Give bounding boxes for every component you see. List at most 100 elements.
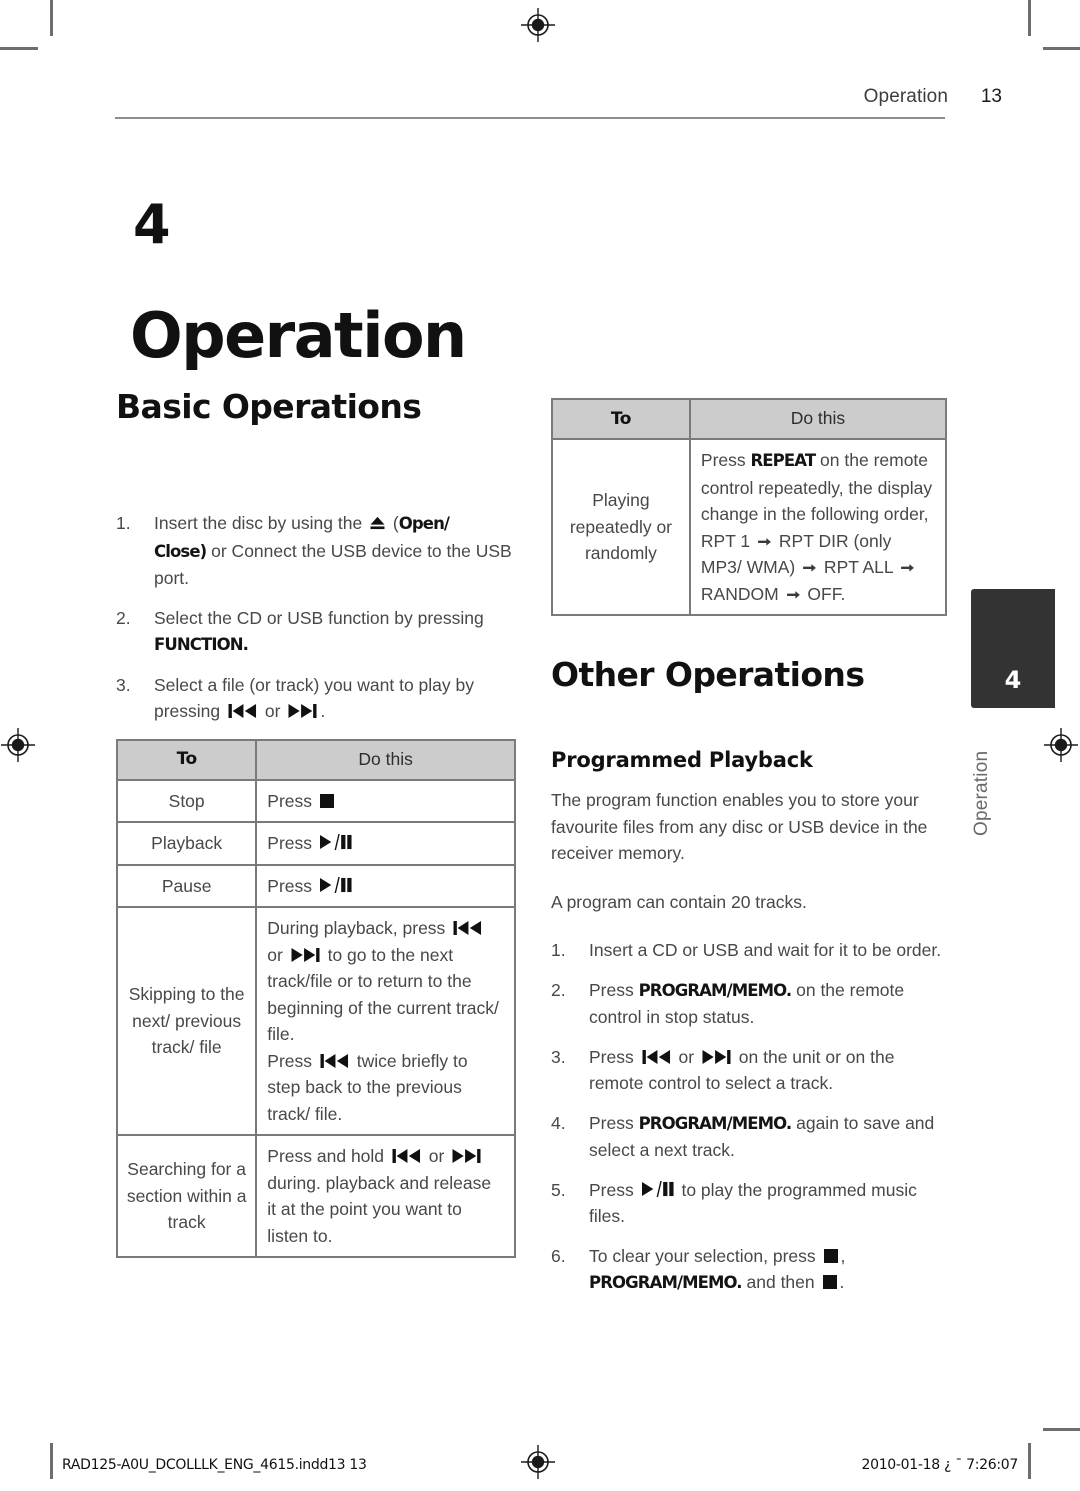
basic-operations-table-cell-do: Press <box>255 778 516 823</box>
basic-operations-table-row: Stop Press <box>115 778 516 823</box>
basic-operations-table-column-header: Do this <box>255 738 516 781</box>
chapter-title: Operation <box>130 298 467 372</box>
arrow-right-icon <box>758 537 771 548</box>
basic-operations-table: To Do this Stop Press Playback Press Pause Pr… <box>115 738 516 1258</box>
basic-operations-table-host: To Do this Stop Press Playback Press Pause Pr… <box>115 738 516 1258</box>
arrow-right-icon <box>900 563 914 574</box>
programmed-playback-step-item: 1. Insert a CD or USB and wait for it to … <box>551 937 947 964</box>
repeat-mode-table-cell-do: Press REPEAT on the remote control repea… <box>688 438 948 616</box>
repeat-mode-table: To Do this Playing repeatedly or randomly P… <box>551 398 948 616</box>
programmed-playback-step-item-number: 4. <box>551 1112 566 1133</box>
repeat-mode-table-header-row: To Do this <box>551 398 948 440</box>
thumb-tab: 4 <box>971 589 1055 708</box>
basic-operations-table-cell-do: Press and hold or during. playback and r… <box>255 1134 516 1258</box>
basic-operations-table-cell-to: Pause <box>115 863 258 908</box>
thumb-tab-number: 4 <box>1004 666 1022 694</box>
skip-previous-icon <box>453 921 482 935</box>
basic-operations-steps: 1. Insert the disc by using the (Open/Clo… <box>116 510 516 725</box>
stop-icon <box>319 793 334 808</box>
section-heading-basic-operations: Basic Operations <box>116 387 422 426</box>
basic-operations-table-cell-to: Stop <box>115 778 258 823</box>
chapter-number: 4 <box>133 193 171 256</box>
crop-mark-bottom-left-vertical <box>50 1443 53 1479</box>
programmed-playback-step-item-number: 5. <box>551 1179 566 1200</box>
play-pause-icon <box>319 876 352 893</box>
thumb-tab-label: Operation <box>971 750 992 836</box>
skip-previous-icon <box>228 704 257 718</box>
arrow-right-icon <box>786 590 800 601</box>
basic-operations-table-row: Searching for a section within a track Pr… <box>115 1134 516 1258</box>
registration-mark-bottom-center <box>521 1445 555 1479</box>
basic-operations-table-row: Skipping to the next/ previous track/ fi… <box>115 906 516 1136</box>
basic-operations-step-item-text: Select the CD or USB function by pressin… <box>154 607 484 655</box>
header-rule <box>115 117 945 119</box>
basic-operations-table-cell-do: Press <box>255 821 516 866</box>
basic-operations-table-row: Playback Press <box>115 821 516 866</box>
programmed-playback-step-item: 6. To clear your selection, press , PROGR… <box>551 1243 947 1297</box>
basic-operations-table-cell-to: Searching for a section within a track <box>115 1134 258 1258</box>
programmed-playback-step-item-number: 3. <box>551 1046 566 1067</box>
programmed-playback-intro-2: A program can contain 20 tracks. <box>551 891 807 912</box>
repeat-mode-table-row: Playing repeatedly or randomly Press REPE… <box>551 438 948 616</box>
basic-operations-step-item: 1. Insert the disc by using the (Open/Clo… <box>116 510 516 592</box>
basic-operations-table-cell-do: During playback, press or to go to the n… <box>255 906 516 1136</box>
programmed-playback-intro-1: The program function enables you to stor… <box>551 790 928 863</box>
emphasis-key-label: Open/ <box>398 514 450 533</box>
basic-operations-table-header-row: To Do this <box>115 738 516 781</box>
play-pause-icon <box>319 834 352 850</box>
emphasis-key-label: Close) <box>154 541 207 561</box>
play-pause-icon <box>641 1180 674 1197</box>
skip-next-icon <box>288 704 317 718</box>
subsection-heading-programmed-playback: Programmed Playback <box>551 748 813 772</box>
footer-file-name: RAD125-A0U_DCOLLLK_ENG_4615.indd13 13 <box>62 1457 367 1473</box>
basic-operations-step-item-number: 3. <box>116 674 131 695</box>
repeat-table-host: To Do this Playing repeatedly or randomly P… <box>551 398 948 616</box>
repeat-mode-table-cell-to: Playing repeatedly or randomly <box>551 438 691 616</box>
programmed-playback-step-item: 3. Press or on the unit or on the remote … <box>551 1044 947 1097</box>
crop-mark-bottom-right-horizontal <box>1043 1428 1080 1431</box>
basic-operations-table-cell-to: Skipping to the next/ previous track/ fi… <box>115 906 258 1136</box>
programmed-playback-steps: 1. Insert a CD or USB and wait for it to … <box>551 937 947 1297</box>
programmed-playback-step-item: 2. Press PROGRAM/MEMO. on the remote cont… <box>551 977 947 1031</box>
programmed-playback-step-item-text: Press PROGRAM/MEMO. again to save and se… <box>589 1112 935 1161</box>
programmed-playback-step-item-text: Press to play the programmed music files… <box>589 1179 917 1227</box>
basic-operations-table-cell-do: Press <box>255 863 516 908</box>
emphasis-key-label: PROGRAM/MEMO. <box>589 1273 743 1292</box>
skip-previous-icon <box>320 1053 349 1068</box>
basic-operations-step-item: 3. Select a file (or track) you want to p… <box>116 672 516 725</box>
stop-icon <box>823 1248 838 1263</box>
basic-operations-table-column-header: To <box>115 738 258 781</box>
basic-operations-step-item-text: Insert the disc by using the (Open/Close… <box>154 513 512 588</box>
programmed-playback-step-item: 5. Press to play the programmed music fil… <box>551 1177 947 1230</box>
repeat-mode-table-column-header: Do this <box>688 398 948 440</box>
basic-operations-step-item-number: 2. <box>116 607 131 628</box>
skip-next-icon <box>291 947 320 962</box>
skip-next-icon <box>452 1149 481 1163</box>
eject-icon <box>370 516 385 530</box>
basic-operations-table-cell-to: Playback <box>115 821 258 866</box>
emphasis-key-label: FUNCTION. <box>154 635 249 654</box>
programmed-playback-step-item-number: 2. <box>551 979 566 1000</box>
stop-icon <box>822 1275 837 1289</box>
programmed-playback-step-item-text: To clear your selection, press , PROGRAM… <box>589 1245 846 1293</box>
page-header: Operation 13 <box>0 0 1080 130</box>
programmed-playback-step-item-text: Insert a CD or USB and wait for it to be… <box>589 940 942 960</box>
emphasis-key-label: PROGRAM/MEMO. <box>638 980 793 1000</box>
crop-mark-bottom-right-vertical <box>1028 1443 1031 1479</box>
repeat-mode-table-column-header: To <box>551 398 691 440</box>
programmed-playback-step-item-number: 6. <box>551 1245 566 1266</box>
basic-operations-table-row: Pause Press <box>115 863 516 908</box>
left-column: Basic Operations 1. Insert the disc by us… <box>115 387 516 1258</box>
arrow-right-icon <box>803 563 816 574</box>
basic-operations-step-item-number: 1. <box>116 513 131 533</box>
programmed-playback-step-item-text: Press PROGRAM/MEMO. on the remote contro… <box>589 979 905 1028</box>
skip-next-icon <box>702 1049 731 1064</box>
skip-previous-icon <box>392 1149 421 1163</box>
emphasis-key-label: REPEAT <box>750 451 817 470</box>
skip-previous-icon <box>642 1049 671 1064</box>
footer-timestamp: 2010-01-18 ¿ ¯ 7:26:07 <box>861 1457 1018 1473</box>
header-page-number: 13 <box>980 86 1002 107</box>
basic-operations-step-item: 2. Select the CD or USB function by press… <box>116 605 516 659</box>
header-section-title: Operation <box>863 86 948 107</box>
right-column: To Do this Playing repeatedly or randomly P… <box>551 398 948 1310</box>
